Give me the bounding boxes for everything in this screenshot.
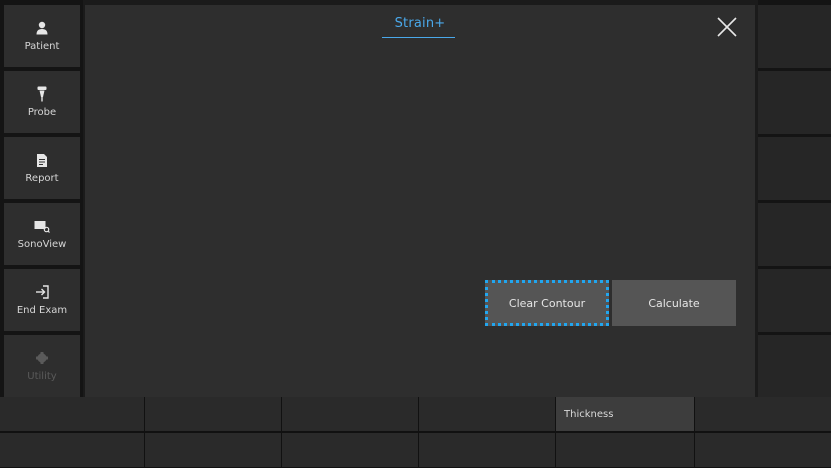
softkey-2-2[interactable] xyxy=(145,433,281,467)
sidebar-item-label: Probe xyxy=(27,107,57,118)
softkey-1-3[interactable] xyxy=(282,397,418,431)
softkey-1-4[interactable] xyxy=(419,397,555,431)
strain-plus-panel: Strain+ Clear Contour Calculate xyxy=(85,5,755,397)
person-icon xyxy=(36,20,48,36)
sidebar-item-end-exam[interactable]: End Exam xyxy=(4,269,80,331)
document-icon xyxy=(37,152,47,168)
page-title: Strain+ xyxy=(394,16,446,31)
sidebar-item-utility: Utility xyxy=(4,335,80,397)
clear-contour-button[interactable]: Clear Contour xyxy=(485,280,609,326)
right-button-column xyxy=(758,0,831,398)
left-sidebar: Patient Probe Report SonoView End Exam U… xyxy=(0,0,83,397)
softkey-1-6[interactable] xyxy=(695,397,831,431)
right-slot-5[interactable] xyxy=(758,269,831,332)
gear-icon xyxy=(36,350,48,366)
softkey-2-5[interactable] xyxy=(556,433,694,467)
softkey-1-1[interactable] xyxy=(0,397,144,431)
probe-icon xyxy=(37,86,47,102)
right-slot-3[interactable] xyxy=(758,137,831,200)
softkey-2-3[interactable] xyxy=(282,433,418,467)
sidebar-item-label: Report xyxy=(25,173,59,184)
softkey-2-1[interactable] xyxy=(0,433,144,467)
close-icon xyxy=(717,17,737,37)
sidebar-item-label: SonoView xyxy=(17,239,67,250)
thickness-softkey[interactable]: Thickness xyxy=(556,397,694,431)
title-underline xyxy=(382,37,455,38)
calculate-button[interactable]: Calculate xyxy=(612,280,736,326)
sidebar-item-report[interactable]: Report xyxy=(4,137,80,199)
softkey-2-6[interactable] xyxy=(695,433,831,467)
close-button[interactable] xyxy=(715,15,739,39)
softkey-1-2[interactable] xyxy=(145,397,281,431)
sidebar-item-label: End Exam xyxy=(16,305,68,316)
right-slot-2[interactable] xyxy=(758,71,831,134)
sidebar-item-sonoview[interactable]: SonoView xyxy=(4,203,80,265)
right-slot-6[interactable] xyxy=(758,335,831,398)
bottom-softkey-bar: Thickness xyxy=(0,397,831,468)
right-slot-1[interactable] xyxy=(758,5,831,68)
sonoview-icon xyxy=(34,218,50,234)
right-slot-4[interactable] xyxy=(758,203,831,266)
sidebar-item-probe[interactable]: Probe xyxy=(4,71,80,133)
sidebar-item-label: Utility xyxy=(27,371,57,382)
sidebar-item-label: Patient xyxy=(24,41,60,52)
sidebar-item-patient[interactable]: Patient xyxy=(4,5,80,67)
softkey-2-4[interactable] xyxy=(419,433,555,467)
exit-icon xyxy=(35,284,49,300)
